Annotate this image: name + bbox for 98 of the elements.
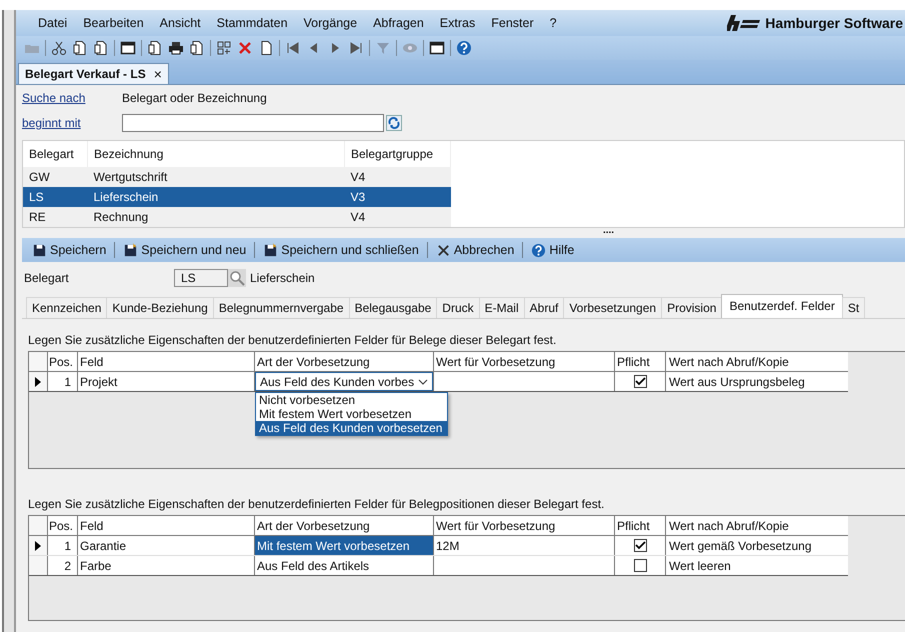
printer-icon[interactable] bbox=[168, 40, 184, 56]
refresh-icon[interactable] bbox=[386, 114, 402, 130]
document-type-name: Lieferschein bbox=[250, 271, 315, 285]
menu-item[interactable]: Extras bbox=[432, 16, 484, 30]
grid-icon[interactable] bbox=[216, 40, 232, 56]
current-row-indicator[interactable] bbox=[29, 536, 48, 555]
window-icon[interactable] bbox=[429, 40, 445, 56]
column-header[interactable]: Pos. bbox=[48, 516, 78, 535]
dropdown-option[interactable]: Nicht vorbesetzen bbox=[256, 393, 447, 407]
last-icon[interactable] bbox=[348, 40, 364, 56]
column-header[interactable]: Pos. bbox=[48, 352, 78, 371]
dropdown-option[interactable]: Mit festem Wert vorbesetzen bbox=[256, 407, 447, 421]
new-document-icon[interactable] bbox=[147, 40, 163, 56]
column-header[interactable]: Pflicht bbox=[615, 516, 666, 535]
window-icon[interactable] bbox=[120, 40, 136, 56]
search-icon[interactable] bbox=[228, 269, 246, 287]
menu-item[interactable]: Datei bbox=[30, 16, 76, 30]
column-header[interactable]: Wert nach Abruf/Kopie bbox=[666, 516, 848, 535]
table-cell: 1 bbox=[64, 374, 71, 388]
save-close-icon bbox=[263, 242, 278, 258]
tab[interactable]: Kennzeichen bbox=[26, 297, 108, 318]
document-tab[interactable]: Belegart Verkauf - LS × bbox=[18, 63, 169, 84]
search-mode-link[interactable]: Suche nach bbox=[22, 90, 122, 104]
table-cell: Farbe bbox=[80, 558, 112, 572]
table-cell: RE bbox=[29, 210, 46, 224]
menu-item[interactable]: Bearbeiten bbox=[75, 16, 152, 30]
table-cell: V4 bbox=[350, 170, 366, 184]
section-caption: Legen Sie zusätzliche Eigenschaften der benutzerdefinierten Felder für Belegpositionen dieser Belegart fest. bbox=[28, 497, 606, 511]
table-cell: Wert leeren bbox=[669, 558, 731, 572]
scissors-icon[interactable] bbox=[51, 40, 67, 56]
dropdown-option[interactable]: Aus Feld des Kunden vorbesetzen bbox=[256, 421, 447, 435]
field-label: Belegart bbox=[24, 271, 70, 285]
chevron-down-icon bbox=[418, 378, 428, 384]
checkbox[interactable] bbox=[634, 539, 646, 552]
tab[interactable]: Benutzerdef. Felder bbox=[721, 294, 843, 318]
table-cell: 12M bbox=[436, 538, 460, 552]
menu-item[interactable]: Fenster bbox=[483, 16, 542, 30]
column-header[interactable]: Belegart bbox=[23, 141, 88, 167]
menu-item[interactable]: ? bbox=[542, 16, 565, 30]
menu-item[interactable]: Stammdaten bbox=[208, 16, 296, 30]
search-field[interactable] bbox=[122, 114, 384, 132]
column-header[interactable]: Wert für Vorbesetzung bbox=[434, 516, 615, 535]
table-cell: Wertgutschrift bbox=[94, 170, 168, 184]
column-header[interactable]: Pflicht bbox=[615, 352, 666, 371]
table-cell: Mit festem Wert vorbesetzen bbox=[255, 536, 434, 555]
table-cell: Garantie bbox=[80, 538, 126, 552]
toolbar-button[interactable]: Speichern und neu bbox=[121, 242, 248, 258]
help-icon[interactable] bbox=[456, 40, 472, 56]
menu-item[interactable]: Ansicht bbox=[152, 16, 209, 30]
column-header[interactable]: Wert nach Abruf/Kopie bbox=[666, 352, 848, 371]
table-cell: 1 bbox=[64, 538, 71, 552]
paste-icon[interactable] bbox=[93, 40, 109, 56]
table-cell: LS bbox=[29, 190, 44, 204]
toolbar-button[interactable]: Abbrechen bbox=[434, 242, 516, 258]
table-cell: Rechnung bbox=[94, 210, 148, 224]
column-header[interactable]: Feld bbox=[78, 516, 255, 535]
current-row-indicator[interactable] bbox=[29, 372, 48, 391]
dropdown[interactable]: Aus Feld des Kunden vorbes bbox=[255, 372, 433, 391]
table-cell: Wert aus Ursprungsbeleg bbox=[669, 374, 805, 388]
column-header[interactable]: Belegartgruppe bbox=[344, 141, 450, 167]
menu-item[interactable]: Abfragen bbox=[365, 16, 432, 30]
search-mode-value: Belegart oder Bezeichnung bbox=[122, 90, 267, 104]
table-cell: Wert gemäß Vorbesetzung bbox=[669, 538, 812, 552]
tab[interactable]: St bbox=[842, 297, 866, 318]
print-preview-icon[interactable] bbox=[189, 40, 205, 56]
table-cell: Projekt bbox=[80, 374, 118, 388]
first-icon[interactable] bbox=[285, 40, 301, 56]
table-cell: Aus Feld des Artikels bbox=[255, 556, 434, 575]
close-icon[interactable] bbox=[237, 40, 253, 56]
column-header[interactable]: Art der Vorbesetzung bbox=[255, 352, 434, 371]
section-caption: Legen Sie zusätzliche Eigenschaften der benutzerdefinierten Felder für Belege dieser Belegart fest. bbox=[28, 333, 558, 347]
column-header[interactable]: Bezeichnung bbox=[88, 141, 344, 167]
table-cell: V4 bbox=[350, 210, 366, 224]
checkbox[interactable] bbox=[634, 559, 646, 572]
column-header[interactable]: Feld bbox=[78, 352, 255, 371]
splitter-handle[interactable]: .... bbox=[602, 228, 614, 238]
help-icon bbox=[531, 242, 546, 258]
column-header[interactable]: Art der Vorbesetzung bbox=[255, 516, 434, 535]
brand-name: Hamburger Software bbox=[765, 15, 903, 31]
close-icon[interactable]: × bbox=[154, 68, 162, 80]
code-field[interactable]: LS bbox=[174, 269, 228, 287]
menu-item[interactable]: Vorgänge bbox=[296, 16, 366, 30]
table-cell: 2 bbox=[64, 558, 71, 572]
toolbar-button[interactable]: Speichern und schließen bbox=[261, 242, 421, 258]
table-cell: V3 bbox=[350, 190, 366, 204]
logo-icon bbox=[727, 15, 762, 31]
toolbar-button[interactable]: Hilfe bbox=[529, 242, 576, 258]
table-cell: Lieferschein bbox=[94, 190, 158, 204]
row-header[interactable] bbox=[29, 556, 48, 575]
checkbox[interactable] bbox=[634, 375, 646, 388]
column-header[interactable]: Wert für Vorbesetzung bbox=[434, 352, 615, 371]
cancel-icon bbox=[436, 242, 451, 258]
toolbar-button[interactable]: Speichern bbox=[30, 242, 108, 258]
save-icon bbox=[32, 242, 47, 258]
table-cell: GW bbox=[29, 170, 50, 184]
match-mode-link[interactable]: beginnt mit bbox=[22, 116, 122, 130]
save-new-icon bbox=[123, 242, 138, 258]
copy-icon[interactable] bbox=[72, 40, 88, 56]
